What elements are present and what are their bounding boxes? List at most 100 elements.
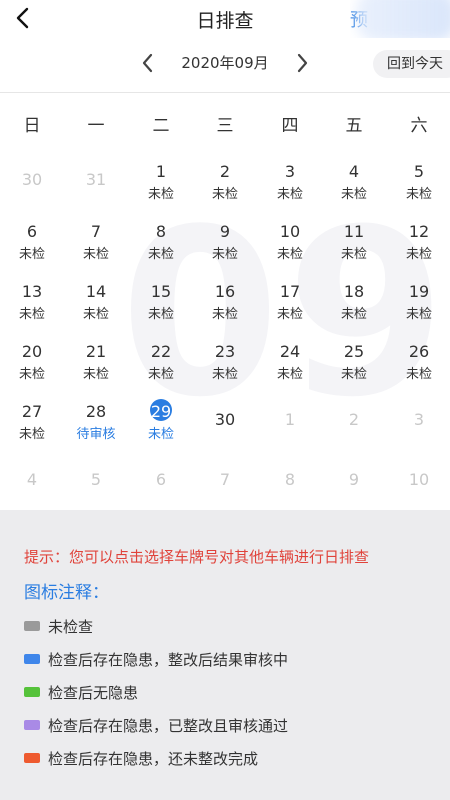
day-number: 23: [214, 342, 236, 361]
calendar-day[interactable]: 18 未检: [322, 270, 386, 330]
day-number: 22: [150, 342, 172, 361]
calendar-day-next-month[interactable]: 5: [64, 450, 128, 510]
top-right-action[interactable]: 预: [350, 0, 450, 38]
day-status: 未检: [147, 307, 174, 322]
day-number: 27: [21, 402, 43, 421]
weekday-label: 五: [345, 116, 363, 136]
calendar-day-next-month[interactable]: 7: [193, 450, 257, 510]
calendar-day-next-month[interactable]: 4: [0, 450, 64, 510]
calendar-day[interactable]: 21 未检: [64, 330, 128, 390]
calendar-day[interactable]: 26 未检: [387, 330, 450, 390]
calendar-day[interactable]: 10 未检: [258, 210, 322, 270]
calendar-day-next-month[interactable]: 10: [387, 450, 450, 510]
legend-label: 检查后存在隐患，已整改且审核通过: [48, 717, 289, 735]
day-number: 31: [85, 170, 107, 189]
day-number: 12: [408, 222, 430, 241]
top-bar: 日排查 预: [0, 0, 450, 38]
day-status: 未检: [276, 187, 303, 202]
day-number: 9: [219, 222, 231, 241]
day-status: 未检: [147, 187, 174, 202]
day-status: 未检: [147, 367, 174, 382]
calendar-day[interactable]: 19 未检: [387, 270, 450, 330]
calendar-day[interactable]: 22 未检: [129, 330, 193, 390]
calendar-day[interactable]: 3 未检: [258, 150, 322, 210]
day-number: 4: [348, 162, 360, 181]
calendar-day[interactable]: 6 未检: [0, 210, 64, 270]
calendar-day-selected[interactable]: 29 未检: [129, 390, 193, 450]
calendar-grid: 09 30 31 1 未检 2 未检 3 未检 4 未检 5 未检 6 未检 7 未检 8 未检…: [0, 150, 450, 510]
calendar-day-next-month[interactable]: 1: [258, 390, 322, 450]
day-number: 30: [21, 170, 43, 189]
calendar-day-next-month[interactable]: 3: [387, 390, 450, 450]
day-number: 10: [408, 470, 430, 489]
day-number: 20: [21, 342, 43, 361]
calendar-day[interactable]: 7 未检: [64, 210, 128, 270]
legend-label: 检查后存在隐患，整改后结果审核中: [48, 651, 289, 669]
legend-swatch: [24, 654, 40, 664]
day-number: 25: [343, 342, 365, 361]
day-status: 未检: [405, 247, 432, 262]
hint-text: 提示：您可以点击选择车牌号对其他车辆进行日排查: [24, 548, 370, 566]
day-number: 11: [343, 222, 365, 241]
legend-label: 检查后无隐患: [48, 684, 139, 702]
calendar-day[interactable]: 24 未检: [258, 330, 322, 390]
calendar-day[interactable]: 25 未检: [322, 330, 386, 390]
legend-swatch: [24, 687, 40, 697]
weekday-label: 一: [87, 116, 105, 136]
calendar-day[interactable]: 1 未检: [129, 150, 193, 210]
previous-month-chevron-icon[interactable]: [139, 52, 157, 74]
calendar-day[interactable]: 20 未检: [0, 330, 64, 390]
back-to-today-button[interactable]: 回到今天: [373, 50, 450, 78]
day-number: 16: [214, 282, 236, 301]
day-status: 未检: [82, 307, 109, 322]
day-number: 13: [21, 282, 43, 301]
month-navigation: 2020年09月 回到今天: [0, 38, 450, 88]
calendar-day[interactable]: 12 未检: [387, 210, 450, 270]
day-number: 21: [85, 342, 107, 361]
legend-label: 未检查: [48, 618, 94, 636]
day-status: 未检: [211, 367, 238, 382]
day-status: 未检: [340, 367, 367, 382]
calendar-day[interactable]: 14 未检: [64, 270, 128, 330]
calendar-day[interactable]: 2 未检: [193, 150, 257, 210]
calendar-day[interactable]: 23 未检: [193, 330, 257, 390]
day-status: 未检: [147, 247, 174, 262]
weekday-label: 四: [281, 116, 299, 136]
calendar-day-prev-month[interactable]: 31: [64, 150, 128, 210]
calendar-day-next-month[interactable]: 9: [322, 450, 386, 510]
weekday-label: 三: [216, 116, 234, 136]
calendar-day-next-month[interactable]: 6: [129, 450, 193, 510]
calendar-day[interactable]: 11 未检: [322, 210, 386, 270]
calendar-day[interactable]: 27 未检: [0, 390, 64, 450]
calendar-day[interactable]: 16 未检: [193, 270, 257, 330]
day-status: 未检: [211, 247, 238, 262]
day-number: 24: [279, 342, 301, 361]
calendar-day[interactable]: 15 未检: [129, 270, 193, 330]
day-status: 未检: [82, 367, 109, 382]
day-number: 26: [408, 342, 430, 361]
legend-swatch: [24, 621, 40, 631]
calendar-day-next-month[interactable]: 2: [322, 390, 386, 450]
calendar-day[interactable]: 13 未检: [0, 270, 64, 330]
day-number: 30: [214, 410, 236, 429]
weekday-label: 二: [152, 116, 170, 136]
calendar-day[interactable]: 8 未检: [129, 210, 193, 270]
day-status: 未检: [276, 247, 303, 262]
day-number: 8: [155, 222, 167, 241]
weekday-label: 日: [23, 116, 41, 136]
calendar-day-next-month[interactable]: 8: [258, 450, 322, 510]
calendar-day[interactable]: 5 未检: [387, 150, 450, 210]
next-month-chevron-icon[interactable]: [293, 52, 311, 74]
day-status: 未检: [340, 187, 367, 202]
calendar-day-pending[interactable]: 28 待审核: [64, 390, 128, 450]
calendar-day[interactable]: 9 未检: [193, 210, 257, 270]
day-number: 1: [284, 410, 296, 429]
calendar-day-prev-month[interactable]: 30: [0, 150, 64, 210]
calendar-day[interactable]: 17 未检: [258, 270, 322, 330]
current-month-label: 2020年09月: [181, 54, 269, 72]
blurred-overlay: [356, 0, 450, 38]
calendar-day[interactable]: 4 未检: [322, 150, 386, 210]
day-number: 6: [155, 470, 167, 489]
calendar-day[interactable]: 30: [193, 390, 257, 450]
day-status: 未检: [18, 367, 45, 382]
